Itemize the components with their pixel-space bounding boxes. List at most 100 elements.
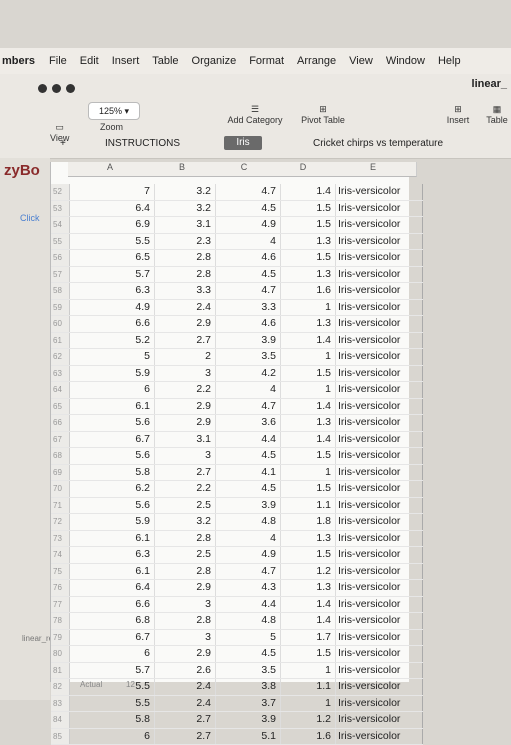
menu-arrange[interactable]: Arrange [297,55,336,67]
table-cell[interactable]: 1.8 [281,514,336,530]
table-cell[interactable]: 2.5 [155,498,216,514]
pivot-table-button[interactable]: ⊞ Pivot Table [297,104,349,125]
table-cell[interactable]: 6.4 [70,580,155,596]
table-cell[interactable]: Iris-versicolor [336,333,423,349]
table-cell[interactable]: Iris-versicolor [336,184,423,200]
table-cell[interactable]: 2.8 [155,250,216,266]
table-cell[interactable]: Iris-versicolor [336,564,423,580]
table-cell[interactable]: 1.4 [281,333,336,349]
table-cell[interactable]: 5.8 [70,712,155,728]
table-cell[interactable]: 1.5 [281,481,336,497]
table-cell[interactable]: 2.2 [155,382,216,398]
click-link[interactable]: Click [20,213,40,223]
table-cell[interactable]: 6.9 [70,217,155,233]
table-cell[interactable]: 4.7 [216,184,281,200]
table-cell[interactable]: 4.9 [70,300,155,316]
table-cell[interactable]: Iris-versicolor [336,399,423,415]
table-cell[interactable]: 2.5 [155,547,216,563]
table-cell[interactable]: Iris-versicolor [336,597,423,613]
table-cell[interactable]: 1.1 [281,498,336,514]
zoom-select[interactable]: 125% ▾ [88,102,140,120]
table-cell[interactable]: 1.5 [281,250,336,266]
menu-format[interactable]: Format [249,55,284,67]
table-cell[interactable]: Iris-versicolor [336,234,423,250]
table-cell[interactable]: 7 [70,184,155,200]
table-cell[interactable]: 6.7 [70,630,155,646]
table-cell[interactable]: 6.4 [70,201,155,217]
menu-view[interactable]: View [349,55,373,67]
table-cell[interactable]: 2.9 [155,580,216,596]
table-cell[interactable]: 4.7 [216,399,281,415]
table-cell[interactable]: 3 [155,630,216,646]
table-cell[interactable]: 2.8 [155,531,216,547]
table-cell[interactable]: Iris-versicolor [336,283,423,299]
tab-cricket-chirps[interactable]: Cricket chirps vs temperature [313,138,443,149]
table-cell[interactable]: Iris-versicolor [336,663,423,679]
table-cell[interactable]: 2.4 [155,300,216,316]
table-cell[interactable]: Iris-versicolor [336,316,423,332]
minimize-window-button[interactable] [52,84,61,93]
menu-insert[interactable]: Insert [112,55,140,67]
table-cell[interactable]: Iris-versicolor [336,712,423,728]
table-cell[interactable]: 1.4 [281,184,336,200]
table-cell[interactable]: 3.2 [155,514,216,530]
table-cell[interactable]: 4.9 [216,547,281,563]
table-cell[interactable]: 5.7 [70,267,155,283]
table-cell[interactable]: 6 [70,382,155,398]
table-cell[interactable]: 2.7 [155,729,216,745]
tab-instructions[interactable]: INSTRUCTIONS [105,138,180,149]
table-cell[interactable]: 1 [281,349,336,365]
column-header-b[interactable]: B [152,162,213,177]
table-cell[interactable]: 6.2 [70,481,155,497]
table-cell[interactable]: Iris-versicolor [336,729,423,745]
table-cell[interactable]: 4.4 [216,432,281,448]
table-cell[interactable]: 1.5 [281,201,336,217]
table-cell[interactable]: 1.3 [281,531,336,547]
table-cell[interactable]: Iris-versicolor [336,250,423,266]
table-cell[interactable]: 3.1 [155,217,216,233]
table-cell[interactable]: 3.9 [216,333,281,349]
table-cell[interactable]: 5.6 [70,448,155,464]
column-header-a[interactable]: A [68,162,153,177]
table-cell[interactable]: 1.5 [281,217,336,233]
actual-tab[interactable]: Actual [80,680,102,689]
table-cell[interactable]: 6.8 [70,613,155,629]
table-cell[interactable]: 5.5 [70,234,155,250]
table-cell[interactable]: Iris-versicolor [336,201,423,217]
table-cell[interactable]: 2.8 [155,613,216,629]
table-cell[interactable]: 2.7 [155,333,216,349]
table-cell[interactable]: 6.1 [70,399,155,415]
table-cell[interactable]: 5.1 [216,729,281,745]
table-cell[interactable]: 3.1 [155,432,216,448]
table-cell[interactable]: 4.7 [216,283,281,299]
table-cell[interactable]: 3 [155,448,216,464]
table-cell[interactable]: 5.7 [70,663,155,679]
table-cell[interactable]: 6.1 [70,531,155,547]
table-cell[interactable]: 3.2 [155,184,216,200]
add-category-button[interactable]: ☰ Add Category [225,104,285,125]
menu-window[interactable]: Window [386,55,425,67]
table-cell[interactable]: 1.5 [281,448,336,464]
table-cell[interactable]: 1.5 [281,547,336,563]
table-cell[interactable]: 1.5 [281,646,336,662]
table-cell[interactable]: 6.7 [70,432,155,448]
table-cell[interactable]: Iris-versicolor [336,498,423,514]
column-header-e[interactable]: E [330,162,417,177]
table-cell[interactable]: 1 [281,663,336,679]
table-cell[interactable]: Iris-versicolor [336,366,423,382]
table-cell[interactable]: Iris-versicolor [336,547,423,563]
table-cell[interactable]: 4 [216,531,281,547]
table-cell[interactable]: 6.6 [70,597,155,613]
table-cell[interactable]: 1.3 [281,580,336,596]
zoom-window-button[interactable] [66,84,75,93]
table-cell[interactable]: 3.9 [216,712,281,728]
tab-iris[interactable]: Iris [224,136,262,150]
table-cell[interactable]: 2.3 [155,234,216,250]
table-cell[interactable]: 2.9 [155,399,216,415]
table-cell[interactable]: 2.7 [155,465,216,481]
table-cell[interactable]: 2.8 [155,267,216,283]
table-cell[interactable]: 4.3 [216,580,281,596]
table-cell[interactable]: 4 [216,382,281,398]
spreadsheet[interactable]: A B C D E 5273.24.71.4Iris-versicolor536… [50,162,409,682]
table-cell[interactable]: 3.2 [155,201,216,217]
